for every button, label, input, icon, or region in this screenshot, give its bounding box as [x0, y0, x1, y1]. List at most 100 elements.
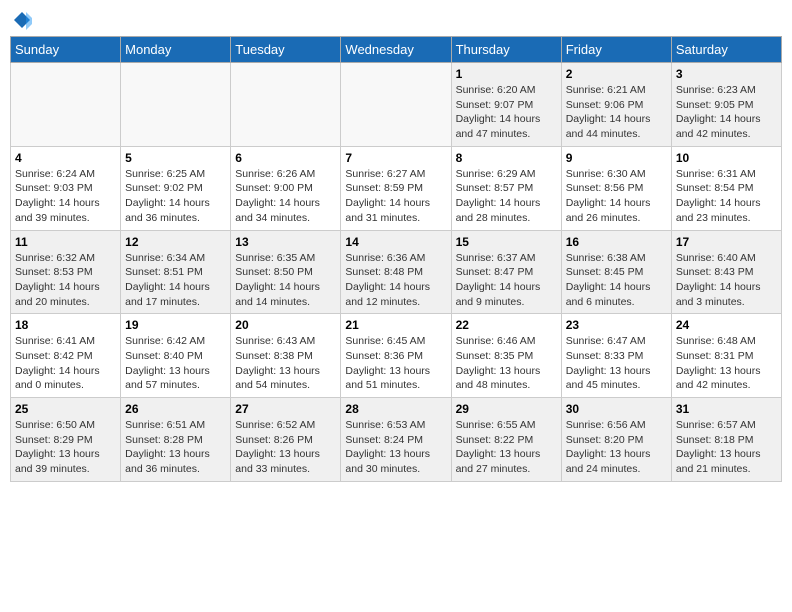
day-info: Sunrise: 6:38 AM Sunset: 8:45 PM Dayligh…: [566, 251, 667, 310]
calendar-day-cell: 22 Sunrise: 6:46 AM Sunset: 8:35 PM Dayli…: [451, 314, 561, 398]
page-header: [10, 10, 782, 30]
day-number: 28: [345, 402, 446, 416]
day-number: 8: [456, 151, 557, 165]
day-number: 19: [125, 318, 226, 332]
day-number: 11: [15, 235, 116, 249]
day-number: 7: [345, 151, 446, 165]
day-number: 20: [235, 318, 336, 332]
day-number: 31: [676, 402, 777, 416]
calendar-day-cell: 19 Sunrise: 6:42 AM Sunset: 8:40 PM Dayli…: [121, 314, 231, 398]
calendar-day-cell: 27Sunrise: 6:52 AM Sunset: 8:26 PM Dayli…: [231, 398, 341, 482]
day-info: Sunrise: 6:36 AM Sunset: 8:48 PM Dayligh…: [345, 251, 446, 310]
day-number: 6: [235, 151, 336, 165]
calendar-day-cell: 14 Sunrise: 6:36 AM Sunset: 8:48 PM Dayli…: [341, 230, 451, 314]
day-number: 12: [125, 235, 226, 249]
calendar-table: SundayMondayTuesdayWednesdayThursdayFrid…: [10, 36, 782, 482]
calendar-day-cell: 11 Sunrise: 6:32 AM Sunset: 8:53 PM Dayli…: [11, 230, 121, 314]
day-number: 30: [566, 402, 667, 416]
calendar-day-cell: 23 Sunrise: 6:47 AM Sunset: 8:33 PM Dayli…: [561, 314, 671, 398]
calendar-day-cell: 8 Sunrise: 6:29 AM Sunset: 8:57 PM Daylig…: [451, 146, 561, 230]
day-info: Sunrise: 6:32 AM Sunset: 8:53 PM Dayligh…: [15, 251, 116, 310]
day-info: Sunrise: 6:35 AM Sunset: 8:50 PM Dayligh…: [235, 251, 336, 310]
calendar-day-header: Monday: [121, 37, 231, 63]
day-number: 3: [676, 67, 777, 81]
calendar-week-row: 4Sunrise: 6:24 AM Sunset: 9:03 PM Daylig…: [11, 146, 782, 230]
calendar-day-header: Tuesday: [231, 37, 341, 63]
day-info: Sunrise: 6:41 AM Sunset: 8:42 PM Dayligh…: [15, 334, 116, 393]
day-number: 13: [235, 235, 336, 249]
logo: [10, 10, 32, 30]
calendar-header-row: SundayMondayTuesdayWednesdayThursdayFrid…: [11, 37, 782, 63]
day-info: Sunrise: 6:42 AM Sunset: 8:40 PM Dayligh…: [125, 334, 226, 393]
calendar-day-cell: 24 Sunrise: 6:48 AM Sunset: 8:31 PM Dayli…: [671, 314, 781, 398]
day-info: Sunrise: 6:34 AM Sunset: 8:51 PM Dayligh…: [125, 251, 226, 310]
calendar-day-cell: 10 Sunrise: 6:31 AM Sunset: 8:54 PM Dayli…: [671, 146, 781, 230]
day-info: Sunrise: 6:50 AM Sunset: 8:29 PM Dayligh…: [15, 418, 116, 477]
calendar-day-cell: 2 Sunrise: 6:21 AM Sunset: 9:06 PM Daylig…: [561, 63, 671, 147]
calendar-week-row: 25 Sunrise: 6:50 AM Sunset: 8:29 PM Dayli…: [11, 398, 782, 482]
calendar-day-header: Thursday: [451, 37, 561, 63]
calendar-day-cell: 5 Sunrise: 6:25 AM Sunset: 9:02 PM Daylig…: [121, 146, 231, 230]
calendar-day-header: Wednesday: [341, 37, 451, 63]
calendar-day-cell: 9 Sunrise: 6:30 AM Sunset: 8:56 PM Daylig…: [561, 146, 671, 230]
calendar-week-row: 1 Sunrise: 6:20 AM Sunset: 9:07 PM Daylig…: [11, 63, 782, 147]
day-info: Sunrise: 6:30 AM Sunset: 8:56 PM Dayligh…: [566, 167, 667, 226]
calendar-day-cell: 18 Sunrise: 6:41 AM Sunset: 8:42 PM Dayli…: [11, 314, 121, 398]
day-info: Sunrise: 6:21 AM Sunset: 9:06 PM Dayligh…: [566, 83, 667, 142]
day-number: 5: [125, 151, 226, 165]
day-number: 29: [456, 402, 557, 416]
day-info: Sunrise: 6:29 AM Sunset: 8:57 PM Dayligh…: [456, 167, 557, 226]
day-info: Sunrise: 6:43 AM Sunset: 8:38 PM Dayligh…: [235, 334, 336, 393]
calendar-day-cell: [341, 63, 451, 147]
day-number: 25: [15, 402, 116, 416]
day-info: Sunrise: 6:27 AM Sunset: 8:59 PM Dayligh…: [345, 167, 446, 226]
calendar-day-cell: 17 Sunrise: 6:40 AM Sunset: 8:43 PM Dayli…: [671, 230, 781, 314]
day-number: 23: [566, 318, 667, 332]
calendar-day-cell: 31 Sunrise: 6:57 AM Sunset: 8:18 PM Dayli…: [671, 398, 781, 482]
day-info: Sunrise: 6:45 AM Sunset: 8:36 PM Dayligh…: [345, 334, 446, 393]
calendar-day-cell: 4Sunrise: 6:24 AM Sunset: 9:03 PM Daylig…: [11, 146, 121, 230]
day-info: Sunrise: 6:20 AM Sunset: 9:07 PM Dayligh…: [456, 83, 557, 142]
day-info: Sunrise: 6:23 AM Sunset: 9:05 PM Dayligh…: [676, 83, 777, 142]
day-number: 1: [456, 67, 557, 81]
day-info: Sunrise: 6:37 AM Sunset: 8:47 PM Dayligh…: [456, 251, 557, 310]
day-info: Sunrise: 6:47 AM Sunset: 8:33 PM Dayligh…: [566, 334, 667, 393]
calendar-day-cell: 1 Sunrise: 6:20 AM Sunset: 9:07 PM Daylig…: [451, 63, 561, 147]
calendar-day-cell: 13 Sunrise: 6:35 AM Sunset: 8:50 PM Dayli…: [231, 230, 341, 314]
calendar-day-cell: 30 Sunrise: 6:56 AM Sunset: 8:20 PM Dayli…: [561, 398, 671, 482]
calendar-day-cell: 3 Sunrise: 6:23 AM Sunset: 9:05 PM Daylig…: [671, 63, 781, 147]
calendar-day-cell: [11, 63, 121, 147]
day-number: 22: [456, 318, 557, 332]
calendar-week-row: 11 Sunrise: 6:32 AM Sunset: 8:53 PM Dayli…: [11, 230, 782, 314]
day-number: 24: [676, 318, 777, 332]
day-info: Sunrise: 6:40 AM Sunset: 8:43 PM Dayligh…: [676, 251, 777, 310]
logo-icon: [12, 10, 32, 30]
day-number: 16: [566, 235, 667, 249]
day-info: Sunrise: 6:26 AM Sunset: 9:00 PM Dayligh…: [235, 167, 336, 226]
calendar-day-header: Sunday: [11, 37, 121, 63]
day-info: Sunrise: 6:48 AM Sunset: 8:31 PM Dayligh…: [676, 334, 777, 393]
day-number: 2: [566, 67, 667, 81]
calendar-day-cell: 25 Sunrise: 6:50 AM Sunset: 8:29 PM Dayli…: [11, 398, 121, 482]
day-info: Sunrise: 6:31 AM Sunset: 8:54 PM Dayligh…: [676, 167, 777, 226]
calendar-day-cell: [121, 63, 231, 147]
calendar-day-cell: 7 Sunrise: 6:27 AM Sunset: 8:59 PM Daylig…: [341, 146, 451, 230]
day-info: Sunrise: 6:51 AM Sunset: 8:28 PM Dayligh…: [125, 418, 226, 477]
day-info: Sunrise: 6:57 AM Sunset: 8:18 PM Dayligh…: [676, 418, 777, 477]
calendar-day-cell: 20 Sunrise: 6:43 AM Sunset: 8:38 PM Dayli…: [231, 314, 341, 398]
day-info: Sunrise: 6:46 AM Sunset: 8:35 PM Dayligh…: [456, 334, 557, 393]
day-number: 9: [566, 151, 667, 165]
day-number: 17: [676, 235, 777, 249]
calendar-day-cell: 16 Sunrise: 6:38 AM Sunset: 8:45 PM Dayli…: [561, 230, 671, 314]
calendar-day-header: Friday: [561, 37, 671, 63]
day-number: 10: [676, 151, 777, 165]
day-info: Sunrise: 6:25 AM Sunset: 9:02 PM Dayligh…: [125, 167, 226, 226]
day-info: Sunrise: 6:56 AM Sunset: 8:20 PM Dayligh…: [566, 418, 667, 477]
day-number: 18: [15, 318, 116, 332]
calendar-day-cell: 29Sunrise: 6:55 AM Sunset: 8:22 PM Dayli…: [451, 398, 561, 482]
day-number: 4: [15, 151, 116, 165]
day-number: 14: [345, 235, 446, 249]
day-number: 27: [235, 402, 336, 416]
calendar-week-row: 18 Sunrise: 6:41 AM Sunset: 8:42 PM Dayli…: [11, 314, 782, 398]
calendar-day-cell: 21Sunrise: 6:45 AM Sunset: 8:36 PM Dayli…: [341, 314, 451, 398]
